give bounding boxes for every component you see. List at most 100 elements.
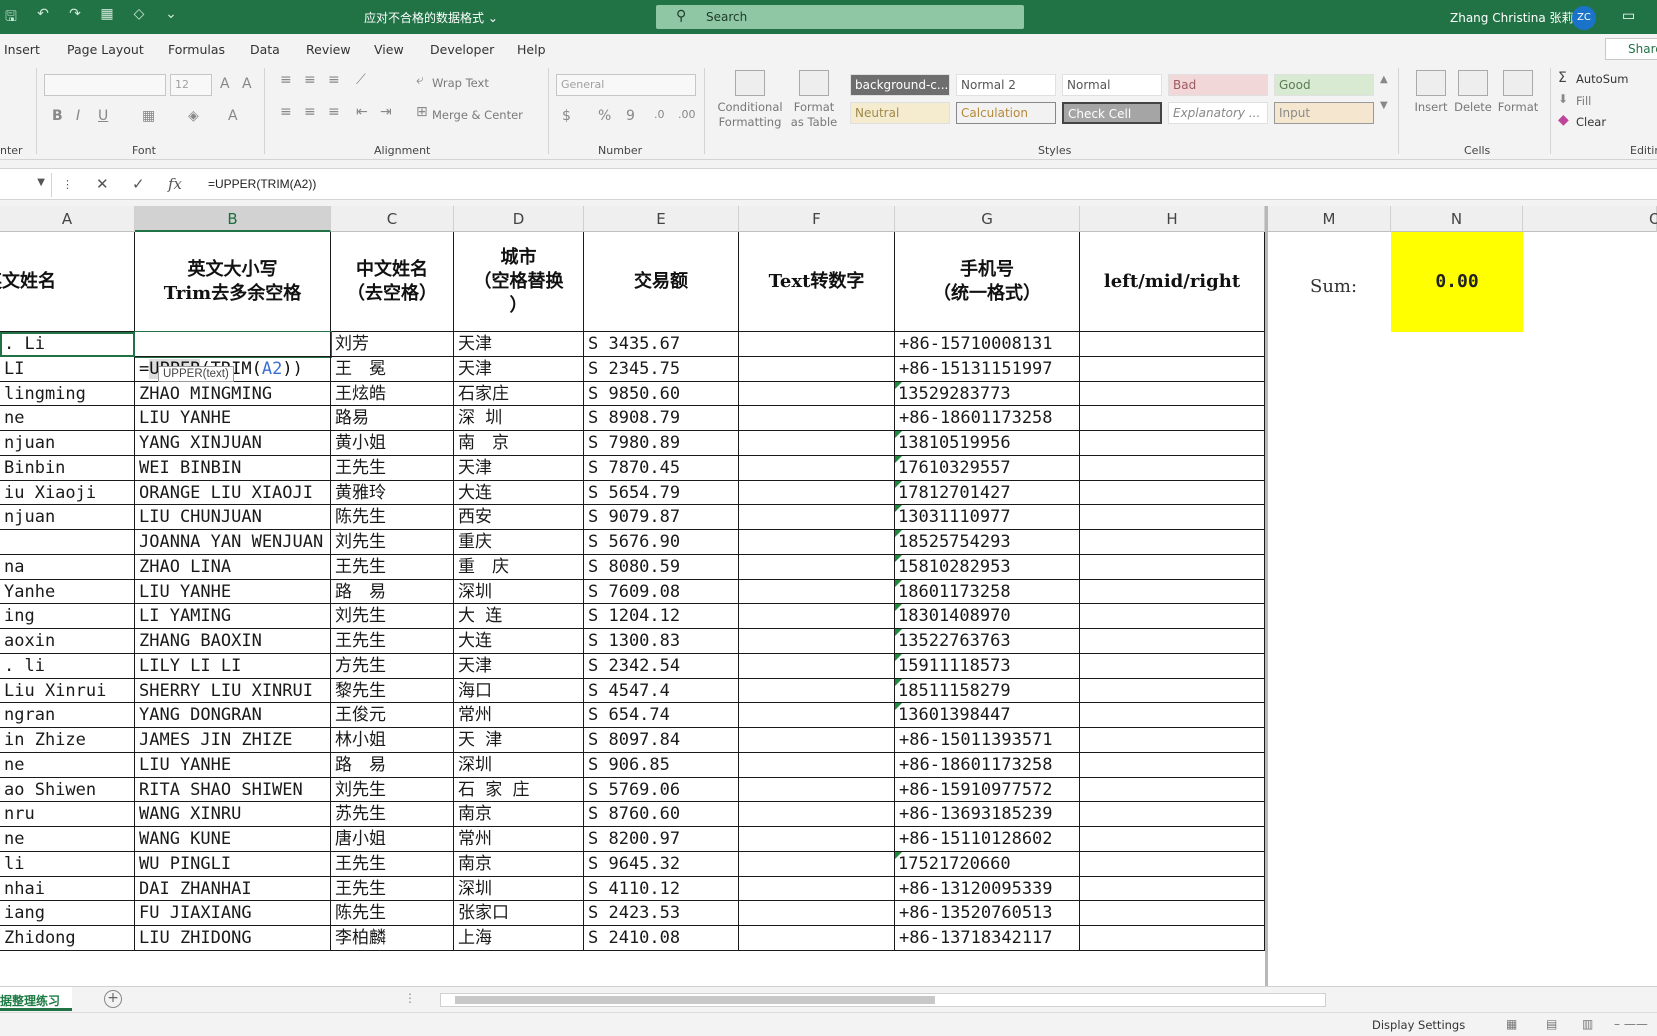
cell-d[interactable]: 深 圳 (454, 406, 584, 431)
cell-g[interactable]: 17521720660 (895, 851, 1080, 877)
fill-button[interactable]: Fill (1576, 94, 1591, 108)
cell-c[interactable]: 路 易 (331, 752, 454, 778)
cell-g[interactable]: 13529283773 (895, 381, 1080, 407)
cell-e[interactable]: S 906.85 (584, 752, 739, 778)
cell-c[interactable]: 王先生 (331, 851, 454, 877)
cell-b[interactable]: LILY LI LI (135, 653, 331, 679)
cell-a[interactable]: nhai (0, 876, 135, 902)
cell-h[interactable] (1080, 728, 1265, 753)
sheet-tab[interactable]: 据整理练习 (0, 987, 72, 1011)
cell-d[interactable]: 深圳 (454, 876, 584, 902)
cell-g[interactable]: 18511158279 (895, 678, 1080, 704)
cell-a[interactable]: njuan (0, 431, 135, 456)
cell-a[interactable]: ing (0, 604, 135, 629)
column-header-n[interactable]: N (1391, 206, 1523, 232)
style-normal[interactable]: Normal (1062, 74, 1162, 96)
cell-d[interactable]: 大连 (454, 629, 584, 654)
cell-b[interactable]: LIU CHUNJUAN (135, 505, 331, 530)
header-cell-d[interactable]: 城市 （空格替换 ） (454, 232, 584, 332)
cell-c[interactable]: 王俊元 (331, 703, 454, 728)
cell-e[interactable]: S 8908.79 (584, 406, 739, 431)
cell-d[interactable]: 天 津 (454, 728, 584, 753)
underline-icon[interactable]: U (98, 108, 108, 124)
header-cell-c[interactable]: 中文姓名 （去空格） (331, 232, 454, 332)
cell-f[interactable] (739, 431, 895, 456)
cell-c[interactable]: 苏先生 (331, 802, 454, 827)
cell-h[interactable] (1080, 579, 1265, 605)
page-layout-view-icon[interactable]: ▤ (1546, 1017, 1557, 1031)
cell-c[interactable]: 王炫皓 (331, 381, 454, 407)
cell-a[interactable]: Yanhe (0, 579, 135, 605)
cell-e[interactable]: S 8097.84 (584, 728, 739, 753)
cell-d[interactable]: 西安 (454, 505, 584, 530)
cell-f[interactable] (739, 604, 895, 629)
cell-c[interactable]: 李柏麟 (331, 926, 454, 951)
currency-icon[interactable]: $ (562, 108, 571, 124)
column-header-h[interactable]: H (1080, 206, 1265, 232)
column-header-f[interactable]: F (739, 206, 895, 232)
cell-h[interactable] (1080, 777, 1265, 803)
cell-a[interactable]: . Li (0, 332, 135, 357)
cell-f[interactable] (739, 851, 895, 877)
cell-c[interactable]: 王先生 (331, 876, 454, 902)
increase-font-icon[interactable]: A (220, 76, 230, 92)
cell-a[interactable]: ao Shiwen (0, 777, 135, 803)
error-indicator-icon[interactable] (895, 381, 902, 389)
print-preview-icon[interactable]: ▦ (96, 6, 118, 30)
align-right-icon[interactable]: ≡ (328, 104, 340, 120)
cell-b[interactable]: LIU YANHE (135, 406, 331, 431)
tab-review[interactable]: Review (306, 42, 351, 57)
cell-g[interactable]: +86-18601173258 (895, 752, 1080, 778)
customize-qat-icon[interactable]: ⌄ (160, 6, 182, 30)
cell-g[interactable]: 13601398447 (895, 703, 1080, 728)
style-good[interactable]: Good (1274, 74, 1374, 96)
format-as-table-button[interactable]: Format as Table (786, 70, 842, 130)
cell-h[interactable] (1080, 455, 1265, 481)
error-indicator-icon[interactable] (895, 530, 902, 537)
percent-icon[interactable]: % (598, 108, 611, 124)
cell-h[interactable] (1080, 876, 1265, 902)
cell-f[interactable] (739, 332, 895, 357)
cell-a[interactable]: Zhidong (0, 926, 135, 951)
error-indicator-icon[interactable] (895, 678, 902, 686)
page-break-view-icon[interactable]: ▥ (1582, 1017, 1593, 1031)
cell-g[interactable]: +86-13120095339 (895, 876, 1080, 902)
undo-icon[interactable]: ↶ (32, 6, 54, 30)
cell-f[interactable] (739, 480, 895, 506)
font-color-icon[interactable]: A (228, 108, 238, 124)
share-button[interactable]: Share (1605, 38, 1657, 60)
cell-g[interactable]: 18301408970 (895, 604, 1080, 629)
cell-c[interactable]: 刘先生 (331, 530, 454, 555)
font-name-select[interactable] (44, 74, 166, 96)
cell-g[interactable]: 17610329557 (895, 455, 1080, 481)
cell-b[interactable]: ZHANG BAOXIN (135, 629, 331, 654)
style-explanatory[interactable]: Explanatory ... (1168, 102, 1268, 124)
cell-c[interactable]: 王 冕 (331, 356, 454, 382)
cell-e[interactable]: S 7609.08 (584, 579, 739, 605)
styles-scroll-up-icon[interactable]: ▲ (1380, 74, 1388, 85)
function-tooltip[interactable]: UPPER(text) (158, 366, 234, 382)
cell-g[interactable]: 13810519956 (895, 431, 1080, 456)
header-cell-e[interactable]: 交易额 (584, 232, 739, 332)
cell-f[interactable] (739, 876, 895, 902)
cell-c[interactable]: 唐小姐 (331, 827, 454, 852)
cell-f[interactable] (739, 926, 895, 951)
style-calculation[interactable]: Calculation (956, 102, 1056, 124)
cell-a[interactable]: ne (0, 752, 135, 778)
error-indicator-icon[interactable] (895, 579, 902, 587)
cell-b[interactable]: ZHAO MINGMING (135, 381, 331, 407)
style-background[interactable]: background-c... (850, 74, 950, 96)
cell-g[interactable]: +86-18601173258 (895, 406, 1080, 431)
error-indicator-icon[interactable] (895, 554, 902, 562)
merge-center-icon[interactable]: ⊞ (416, 104, 428, 120)
cell-f[interactable] (739, 678, 895, 704)
cell-d[interactable]: 海口 (454, 678, 584, 704)
cell-e[interactable]: S 8760.60 (584, 802, 739, 827)
enter-icon[interactable]: ✓ (132, 175, 145, 193)
cell-b[interactable]: LIU YANHE (135, 752, 331, 778)
cell-b[interactable]: WANG KUNE (135, 827, 331, 852)
name-box[interactable]: ▼ (0, 173, 52, 197)
error-indicator-icon[interactable] (895, 703, 902, 711)
cell-a[interactable]: ne (0, 827, 135, 852)
cell-f[interactable] (739, 406, 895, 431)
